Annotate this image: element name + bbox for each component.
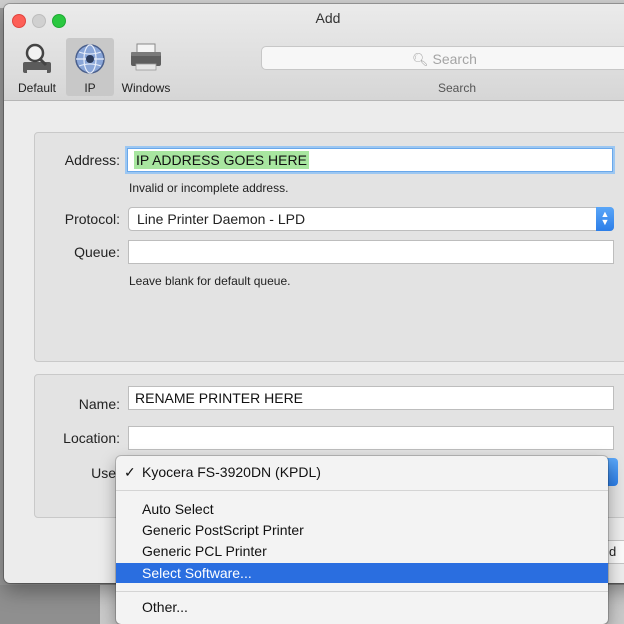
name-field[interactable]: RENAME PRINTER HERE	[128, 386, 614, 410]
printer-icon	[128, 42, 164, 77]
chevron-up-down-icon: ▲ ▼	[596, 207, 614, 231]
queue-help-text: Leave blank for default queue.	[129, 274, 291, 288]
tool-ip[interactable]: IP	[66, 38, 114, 96]
search-field[interactable]: 🔍︎ Search	[261, 46, 624, 70]
menu-separator	[116, 591, 608, 592]
search-icon: 🔍︎	[412, 52, 429, 67]
search-placeholder: Search	[432, 51, 477, 67]
protocol-label: Protocol:	[64, 211, 120, 227]
tool-windows-label: Windows	[121, 81, 171, 95]
menu-separator	[116, 490, 608, 491]
window-title: Add	[315, 10, 341, 26]
location-field[interactable]	[128, 426, 614, 450]
search-caption: Search	[438, 81, 477, 95]
globe-icon	[73, 42, 107, 79]
queue-label: Queue:	[74, 244, 120, 260]
toolbar: Add Default IP Windows 🔍︎ Search Search	[4, 4, 624, 101]
protocol-popup[interactable]: Line Printer Daemon - LPD ▲ ▼	[128, 207, 614, 231]
use-dropdown-menu: ✓ Kyocera FS-3920DN (KPDL) Auto Select G…	[116, 456, 608, 624]
menu-item-generic-pcl[interactable]: Generic PCL Printer	[116, 541, 608, 561]
queue-field[interactable]	[128, 240, 614, 264]
name-value: RENAME PRINTER HERE	[135, 390, 304, 406]
menu-item-other[interactable]: Other...	[116, 597, 608, 617]
menu-item-selected-driver[interactable]: ✓ Kyocera FS-3920DN (KPDL)	[116, 462, 608, 482]
address-label: Address:	[64, 152, 120, 168]
protocol-value: Line Printer Daemon - LPD	[137, 211, 306, 227]
tool-ip-label: IP	[84, 81, 96, 95]
tool-default[interactable]: Default	[8, 38, 66, 96]
menu-item-generic-postscript[interactable]: Generic PostScript Printer	[116, 520, 608, 540]
location-label: Location:	[63, 430, 120, 446]
name-label: Name:	[78, 396, 120, 412]
address-value: IP ADDRESS GOES HERE	[134, 151, 309, 169]
menu-item-selected-label: Kyocera FS-3920DN (KPDL)	[142, 464, 321, 480]
checkmark-icon: ✓	[124, 464, 136, 480]
menu-item-auto-select[interactable]: Auto Select	[116, 499, 608, 519]
menu-item-select-software[interactable]: Select Software...	[116, 563, 608, 583]
tool-default-label: Default	[17, 81, 57, 95]
address-help-text: Invalid or incomplete address.	[129, 181, 289, 195]
magnifier-printer-icon	[19, 42, 55, 79]
tool-windows[interactable]: Windows	[114, 38, 178, 96]
address-field[interactable]: IP ADDRESS GOES HERE	[127, 148, 613, 172]
use-label: Use	[91, 465, 116, 481]
